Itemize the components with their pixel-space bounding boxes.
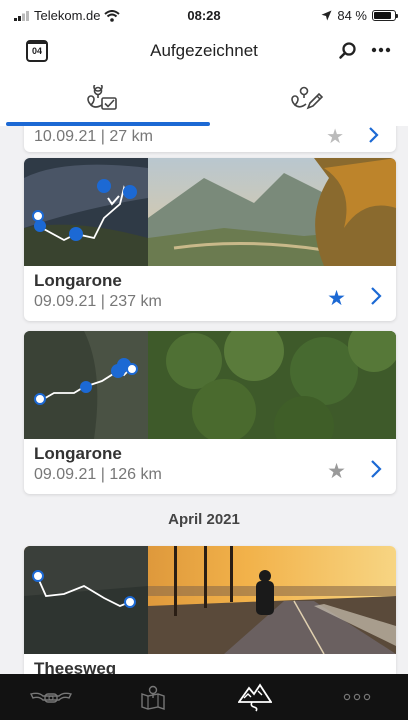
trip-card[interactable]: Longarone 09.09.21 | 237 km ★ [24, 158, 396, 321]
trip-card[interactable]: Longarone 09.09.21 | 126 km ★ [24, 331, 396, 494]
star-icon[interactable]: ★ [327, 286, 346, 311]
trip-title: Theesweg [34, 659, 117, 674]
nav-bar: 04 Aufgezeichnet [0, 30, 408, 72]
trip-route-map [24, 331, 396, 439]
trip-meta: 10.09.21 | 27 km [34, 128, 153, 145]
trip-card[interactable]: Theesweg [24, 546, 396, 674]
bottom-nav-motorcycle[interactable] [0, 674, 102, 720]
chevron-right-icon[interactable] [368, 126, 380, 144]
more-dots-icon [343, 693, 371, 701]
section-header: April 2021 [168, 511, 240, 528]
trips-mountain-icon [238, 683, 272, 712]
trip-info: Longarone 09.09.21 | 126 km ★ [24, 439, 396, 494]
trip-route-map [24, 158, 396, 266]
map-icon [141, 685, 165, 710]
status-right: 84 % [321, 8, 398, 23]
battery-percent: 84 % [337, 8, 367, 23]
chevron-right-icon[interactable] [370, 286, 382, 306]
battery-level [374, 12, 391, 19]
location-arrow-icon [321, 10, 332, 21]
more-icon[interactable] [370, 43, 392, 57]
bottom-nav-more[interactable] [306, 674, 408, 720]
recorded-route-icon [87, 85, 117, 110]
trip-list[interactable]: 10.09.21 | 27 km ★ Longarone 09.09.21 | … [0, 126, 408, 674]
status-bar: Telekom.de 08:28 84 % [0, 0, 408, 30]
planned-route-icon [291, 86, 324, 110]
trip-thumbnail [24, 331, 396, 439]
trip-info: Theesweg [24, 654, 396, 674]
star-icon[interactable]: ★ [326, 126, 344, 149]
motorcycle-icon [29, 692, 73, 703]
trip-card-partial[interactable]: 10.09.21 | 27 km ★ [24, 126, 396, 152]
battery-icon [372, 10, 398, 21]
bottom-nav [0, 674, 408, 720]
trip-thumbnail [24, 546, 396, 654]
chevron-right-icon[interactable] [370, 459, 382, 479]
search-icon[interactable] [338, 41, 358, 61]
star-icon[interactable]: ★ [327, 459, 346, 484]
trip-thumbnail [24, 158, 396, 266]
tab-recorded[interactable] [0, 72, 204, 126]
route-tabs [0, 72, 408, 126]
bottom-nav-trips[interactable] [204, 674, 306, 720]
trip-route-map [24, 546, 396, 654]
bottom-nav-map[interactable] [102, 674, 204, 720]
trip-info: Longarone 09.09.21 | 237 km ★ [24, 266, 396, 321]
tab-planned[interactable] [204, 72, 408, 126]
